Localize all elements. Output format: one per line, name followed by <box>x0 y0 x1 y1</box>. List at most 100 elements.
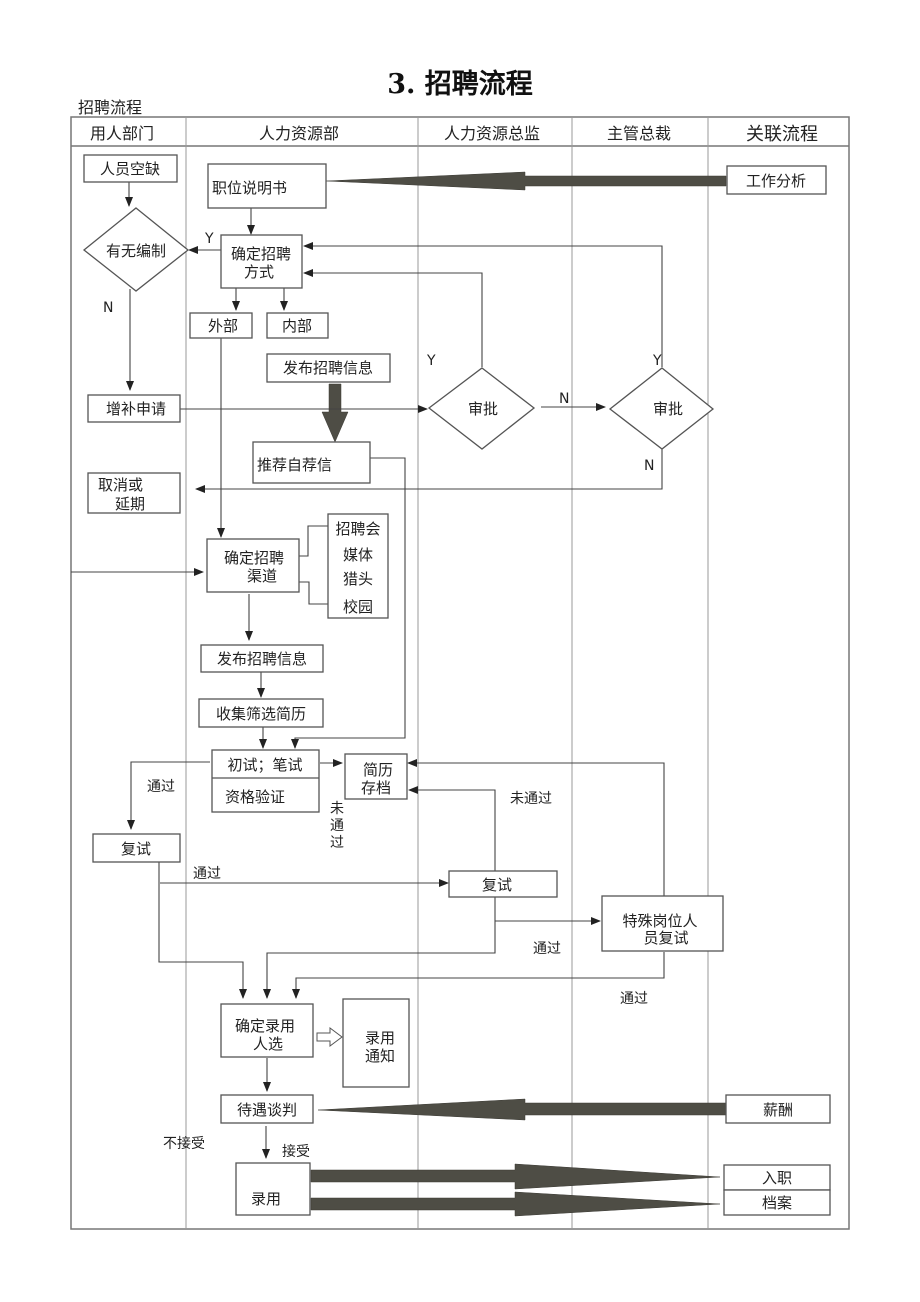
label-no: N <box>559 391 569 407</box>
svg-text:招聘会: 招聘会 <box>335 520 380 538</box>
node-publish-info-internal: 发布招聘信息 <box>266 353 391 383</box>
lane-header-related: 关联流程 <box>746 124 818 145</box>
svg-text:确定录用: 确定录用 <box>235 1017 295 1035</box>
label-yes: Y <box>426 353 436 369</box>
svg-text:取消或: 取消或 <box>98 476 143 494</box>
node-job-analysis: 工作分析 <box>726 165 827 195</box>
node-retest-hrd: 复试 <box>448 870 558 898</box>
svg-text:入职: 入职 <box>762 1169 792 1187</box>
label-fail-vertical: 未 通 过 <box>330 801 344 851</box>
connector-channel <box>299 525 328 557</box>
fat-arrow-job-analysis <box>325 171 727 191</box>
connector-retest-fail <box>408 786 496 871</box>
svg-text:审批: 审批 <box>468 400 498 418</box>
svg-text:资格验证: 资格验证 <box>225 788 285 806</box>
decision-approve-ceo: 审批 <box>608 367 715 450</box>
label-fail: 未通过 <box>510 791 552 807</box>
svg-text:职位说明书: 职位说明书 <box>212 179 287 197</box>
hollow-arrow-offer <box>316 1027 343 1047</box>
label-yes: Y <box>204 231 214 247</box>
node-collect-resumes: 收集筛选简历 <box>198 698 324 728</box>
svg-text:通知: 通知 <box>365 1047 395 1065</box>
decision-has-quota: 有无编制 <box>82 207 190 292</box>
svg-text:确定招聘: 确定招聘 <box>224 549 284 567</box>
svg-text:复试: 复试 <box>482 876 512 894</box>
svg-text:确定招聘: 确定招聘 <box>231 245 291 263</box>
svg-text:录用: 录用 <box>251 1190 281 1208</box>
fat-arrow-onboarding <box>310 1163 721 1190</box>
label-pass: 通过 <box>193 866 221 882</box>
node-publish-info: 发布招聘信息 <box>200 644 324 673</box>
node-compensation: 薪酬 <box>725 1094 831 1124</box>
svg-text:校园: 校园 <box>343 598 373 616</box>
svg-text:推荐自荐信: 推荐自荐信 <box>257 456 332 474</box>
node-offer-notice: 录用 通知 <box>342 998 410 1088</box>
svg-text:猎头: 猎头 <box>343 570 373 588</box>
label-yes: Y <box>652 353 662 369</box>
svg-text:存档: 存档 <box>361 779 391 797</box>
svg-text:延期: 延期 <box>115 495 145 513</box>
connector-first-pass <box>127 761 210 830</box>
svg-text:审批: 审批 <box>653 400 683 418</box>
node-decide-method: 确定招聘 方式 <box>220 234 303 289</box>
node-retest-dept: 复试 <box>92 833 181 863</box>
svg-text:档案: 档案 <box>762 1194 792 1212</box>
lane-header-ceo: 主管总裁 <box>607 124 671 143</box>
svg-text:方式: 方式 <box>244 263 274 281</box>
svg-text:复试: 复试 <box>121 840 151 858</box>
svg-text:员复试: 员复试 <box>643 929 688 947</box>
connector-special-to-hire <box>292 952 665 999</box>
fat-arrow-publish-to-recommend <box>321 383 349 443</box>
node-cancel-or-delay: 取消或 延期 <box>87 472 181 514</box>
lane-header-hr-director: 人力资源总监 <box>444 124 540 143</box>
connector-hrd-to-hire <box>263 897 496 999</box>
svg-text:增补申请: 增补申请 <box>106 400 166 418</box>
svg-text:待遇谈判: 待遇谈判 <box>237 1101 297 1119</box>
svg-text:人选: 人选 <box>253 1035 283 1053</box>
node-internal: 内部 <box>266 312 329 339</box>
label-no: N <box>644 458 654 474</box>
label-pass: 通过 <box>620 991 648 1007</box>
swimlane-frame <box>70 116 850 1230</box>
svg-text:发布招聘信息: 发布招聘信息 <box>217 650 307 668</box>
node-vacancy: 人员空缺 <box>83 154 178 183</box>
node-first-test: 初试；笔试 资格验证 <box>211 749 320 813</box>
svg-text:外部: 外部 <box>208 317 238 335</box>
svg-text:过: 过 <box>330 835 344 851</box>
svg-text:通: 通 <box>330 818 344 834</box>
svg-text:媒体: 媒体 <box>343 546 373 564</box>
svg-text:特殊岗位人: 特殊岗位人 <box>622 912 697 930</box>
svg-text:录用: 录用 <box>365 1029 395 1047</box>
svg-text:发布招聘信息: 发布招聘信息 <box>283 359 373 377</box>
fat-arrow-archive <box>310 1191 721 1217</box>
svg-text:工作分析: 工作分析 <box>746 172 806 190</box>
connector-hrd-yes <box>303 269 483 367</box>
decision-approve-hrd: 审批 <box>427 367 536 450</box>
node-job-description: 职位说明书 <box>207 163 327 209</box>
svg-text:内部: 内部 <box>282 317 312 335</box>
svg-text:收集筛选简历: 收集筛选简历 <box>216 705 306 723</box>
node-hire: 录用 <box>235 1162 311 1216</box>
label-reject: 不接受 <box>163 1135 205 1152</box>
svg-text:简历: 简历 <box>363 761 393 779</box>
connector-channel <box>299 581 328 605</box>
node-channels: 招聘会 媒体 猎头 校园 <box>327 513 389 619</box>
node-archive: 档案 <box>723 1189 831 1216</box>
svg-text:人员空缺: 人员空缺 <box>100 160 160 178</box>
node-decide-channel: 确定招聘 渠道 <box>206 538 300 593</box>
node-resume-archive: 简历 存档 <box>344 753 408 800</box>
flowchart: 用人部门 人力资源部 人力资源总监 主管总裁 关联流程 人员空缺 有无编制 增补… <box>70 116 850 1230</box>
svg-text:未: 未 <box>330 801 344 817</box>
node-salary-negotiation: 待遇谈判 <box>220 1094 314 1124</box>
fat-arrow-compensation <box>317 1098 727 1121</box>
svg-text:有无编制: 有无编制 <box>106 242 166 260</box>
label-pass: 通过 <box>533 941 561 957</box>
svg-text:渠道: 渠道 <box>247 567 277 585</box>
node-add-request: 增补申请 <box>87 394 181 423</box>
svg-text:薪酬: 薪酬 <box>763 1101 793 1119</box>
connector-ceo-yes <box>303 242 663 367</box>
node-onboarding: 入职 <box>723 1164 831 1191</box>
node-recommend-letter: 推荐自荐信 <box>252 441 371 484</box>
label-no: N <box>103 300 113 316</box>
label-accept: 接受 <box>282 1143 310 1160</box>
